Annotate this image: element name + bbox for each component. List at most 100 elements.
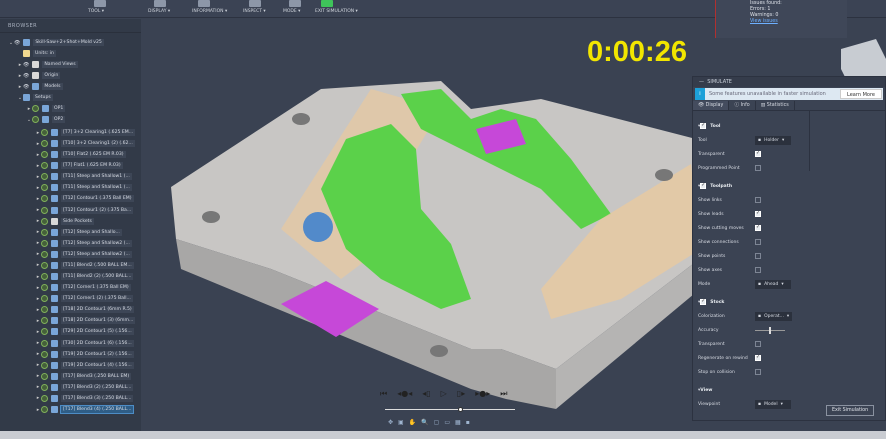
dropdown[interactable]: ▪ Holder ▾ — [755, 135, 791, 145]
dropdown[interactable]: ▪ Model ▾ — [755, 399, 791, 409]
visibility-check-icon[interactable] — [41, 217, 48, 225]
visibility-check-icon[interactable] — [41, 140, 48, 148]
toolbar-group-2[interactable]: INFORMATION ▾ — [192, 9, 227, 14]
tree-item[interactable]: ▸ OP1 — [26, 103, 66, 114]
playback-button-2[interactable]: ◂▯ — [422, 389, 430, 399]
tree-item[interactable]: ▸ [T7] Flat1 (.625 EM R.03) — [35, 160, 123, 171]
tree-item[interactable]: ⌄ Setups — [17, 92, 53, 103]
tree-item[interactable]: ▸ [T12] Steep and Shallow2 (... — [35, 238, 132, 249]
tree-item[interactable]: ▸ [T7] 3+2 Clearing1 (.625 EM... — [35, 127, 136, 138]
dropdown[interactable]: ▪ Operat... ▾ — [755, 311, 793, 321]
visibility-check-icon[interactable] — [41, 361, 48, 369]
section-checkbox[interactable] — [700, 122, 707, 129]
checkbox[interactable] — [755, 150, 761, 157]
visibility-check-icon[interactable] — [41, 173, 48, 181]
visibility-check-icon[interactable] — [41, 250, 48, 258]
visibility-check-icon[interactable] — [41, 273, 48, 281]
tree-item[interactable]: ▸ [T10] 3+2 Clearing1 (2) (.62... — [35, 138, 135, 149]
playback-button-0[interactable]: ⏮ — [380, 389, 387, 399]
checkbox[interactable] — [755, 224, 761, 231]
checkbox[interactable] — [755, 354, 761, 361]
visibility-check-icon[interactable] — [32, 116, 39, 123]
visibility-check-icon[interactable] — [41, 228, 48, 236]
visibility-check-icon[interactable] — [41, 184, 48, 192]
tree-item[interactable]: ⌄ 👁 Skill-Saw+2+Shot+Mold v25 — [8, 37, 104, 48]
visibility-check-icon[interactable] — [41, 261, 48, 269]
tree-item[interactable]: ▸ Side Pockets — [35, 216, 94, 227]
playback-button-5[interactable]: ▸●▸ — [475, 389, 490, 399]
tree-item[interactable]: ▸ [T29] 2D Contour1 (5) (.156... — [35, 326, 134, 337]
toolbar-group-0[interactable]: TOOL ▾ — [88, 9, 104, 14]
visibility-check-icon[interactable] — [41, 206, 48, 214]
tree-item[interactable]: ▸ [T18] 2D Contour1 (3) (6mm... — [35, 315, 136, 326]
tab-statistics[interactable]: ▥ Statistics — [756, 101, 795, 110]
checkbox[interactable] — [755, 197, 761, 203]
toolbar-group-5[interactable]: EXIT SIMULATION ▾ — [315, 9, 358, 14]
visibility-check-icon[interactable] — [41, 195, 48, 203]
visibility-check-icon[interactable] — [41, 406, 48, 413]
tree-item[interactable]: ▸ [T12] Contour1 (2) (.375 Ba... — [35, 205, 134, 216]
tree-item[interactable]: ▸ [T12] Contour1 (.375 Ball EM) — [35, 193, 134, 204]
tree-item[interactable]: ▸ 👁 Origin — [17, 70, 61, 81]
visibility-check-icon[interactable] — [41, 162, 48, 170]
playback-button-1[interactable]: ◂●◂ — [397, 389, 412, 399]
tree-item[interactable]: ▸ [T19] 2D Contour1 (2) (.156... — [35, 349, 134, 360]
nav-tool-icon-1[interactable]: ▣ — [398, 419, 404, 426]
visibility-check-icon[interactable] — [41, 317, 48, 325]
tab-info[interactable]: ⓘ Info — [729, 101, 756, 110]
checkbox[interactable] — [755, 210, 761, 217]
visibility-check-icon[interactable] — [41, 383, 48, 391]
tree-item[interactable]: ▸ [T11] Blend2 (2) (.500 BALL... — [35, 271, 134, 282]
playback-slider[interactable] — [385, 407, 515, 412]
learn-more-button[interactable]: Learn More — [840, 89, 882, 99]
tree-item[interactable]: ▸ [T11] Steep and Shallow1 (... — [35, 171, 132, 182]
tree-item[interactable]: ▸ [T12] Corner1 (2) (.375 Ball... — [35, 293, 133, 304]
tree-item[interactable]: ▸ [T19] 2D Contour1 (4) (.156... — [35, 360, 134, 371]
checkbox[interactable] — [755, 267, 761, 273]
eye-icon[interactable]: 👁 — [23, 62, 29, 68]
dropdown[interactable]: ▪ Ahead ▾ — [755, 279, 791, 289]
tree-item[interactable]: ▸ [T17] Blend3 (2) (.250 BALL... — [35, 382, 134, 393]
eye-icon[interactable]: 👁 — [23, 73, 29, 79]
visibility-check-icon[interactable] — [41, 284, 48, 292]
visibility-check-icon[interactable] — [41, 339, 48, 347]
visibility-check-icon[interactable] — [41, 129, 48, 136]
tree-item[interactable]: ▸ 👁 Models — [17, 81, 63, 92]
visibility-check-icon[interactable] — [41, 151, 48, 159]
tree-item[interactable]: ▸ [T17] Blend3 (3) (.250 BALL... — [35, 393, 134, 404]
slider-handle[interactable] — [769, 326, 771, 334]
playback-button-6[interactable]: ⏭ — [500, 389, 507, 399]
tree-item[interactable]: Units: in — [17, 48, 56, 59]
tree-item[interactable]: ▸ [T17] Blend3 (4) (.250 BALL... — [35, 404, 135, 415]
playback-button-4[interactable]: ▯▸ — [457, 389, 465, 399]
tree-item[interactable]: ▸ [T12] Steep and Shallow2 (... — [35, 249, 132, 260]
visibility-check-icon[interactable] — [41, 394, 48, 402]
nav-tool-icon-4[interactable]: ▢ — [434, 419, 440, 426]
tree-item[interactable]: ▸ [T17] Blend3 (.250 BALL EM) — [35, 371, 132, 382]
visibility-check-icon[interactable] — [41, 295, 48, 303]
visibility-check-icon[interactable] — [41, 350, 48, 358]
visibility-check-icon[interactable] — [41, 328, 48, 336]
nav-tool-icon-0[interactable]: ✥ — [388, 419, 393, 426]
tree-item[interactable]: ▸ [T12] Corner1 (.375 Ball EM) — [35, 282, 131, 293]
visibility-check-icon[interactable] — [41, 239, 48, 247]
eye-icon[interactable]: 👁 — [23, 84, 29, 90]
tree-item[interactable]: ▸ [T10] Flat2 (.625 EM R.03) — [35, 149, 126, 160]
tree-item[interactable]: ▸ 👁 Named Views — [17, 59, 78, 70]
nav-tool-icon-2[interactable]: ✋ — [409, 419, 416, 426]
checkbox[interactable] — [755, 165, 761, 171]
nav-tool-icon-6[interactable]: ▦ — [455, 419, 461, 426]
playback-button-3[interactable]: ▷ — [441, 389, 447, 399]
visibility-check-icon[interactable] — [41, 372, 48, 380]
tree-item[interactable]: ▸ [T18] 2D Contour1 (6mm R.5) — [35, 304, 134, 315]
checkbox[interactable] — [755, 341, 761, 347]
toolbar-group-4[interactable]: MODE ▾ — [283, 9, 300, 14]
visibility-check-icon[interactable] — [32, 105, 39, 112]
tree-item[interactable]: ⌄ OP2 — [26, 114, 66, 125]
accuracy-slider[interactable] — [755, 326, 785, 334]
nav-tool-icon-3[interactable]: 🔍 — [421, 419, 428, 426]
section-checkbox[interactable] — [700, 298, 707, 305]
tree-item[interactable]: ▸ [T11] Blend2 (.500 BALL EM... — [35, 260, 134, 271]
nav-tool-icon-5[interactable]: ▭ — [444, 419, 450, 426]
exit-simulation-button[interactable]: Exit Simulation — [826, 405, 875, 416]
